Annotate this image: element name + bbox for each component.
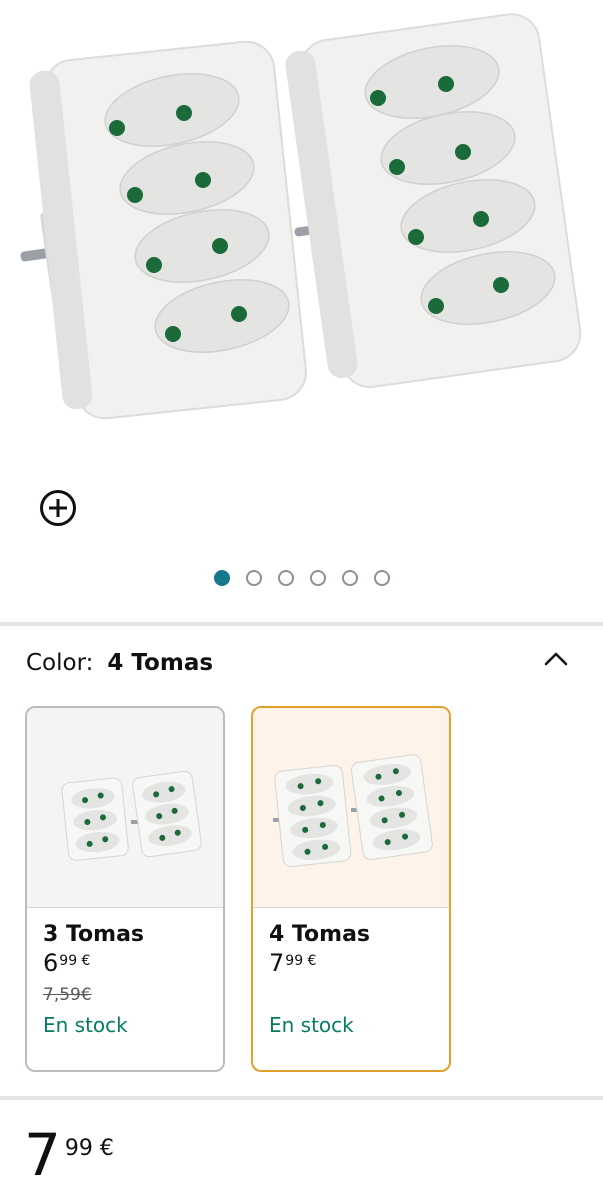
option-old-price [269, 985, 433, 1007]
option-price-fraction: 99 € [59, 953, 91, 969]
option-title: 4 Tomas [269, 922, 371, 947]
option-stock-status: En stock [43, 1013, 128, 1037]
image-pagination [214, 570, 390, 586]
option-price: 6 99 € [43, 949, 207, 977]
option-title: 3 Tomas [43, 922, 145, 947]
variation-selected-value: 4 Tomas [107, 650, 214, 676]
variation-label: Color: [26, 650, 94, 676]
variation-option-4-tomas[interactable]: 4 Tomas 7 99 € En stock [251, 706, 451, 1072]
option-thumbnail [253, 708, 449, 908]
price-whole: 7 [24, 1121, 61, 1189]
zoom-icon[interactable] [40, 490, 76, 526]
option-image [61, 770, 202, 861]
variation-option-3-tomas[interactable]: 3 Tomas 6 99 € 7,59€ En stock [25, 706, 225, 1072]
pagination-dot[interactable] [246, 570, 262, 586]
pagination-dot[interactable] [214, 570, 230, 586]
power-strip-image [20, 13, 582, 420]
divider [0, 1096, 603, 1100]
option-stock-status: En stock [269, 1013, 354, 1037]
variation-header: Color: 4 Tomas [26, 650, 213, 676]
option-image [273, 754, 433, 868]
option-price-whole: 6 [43, 949, 59, 977]
product-image[interactable] [0, 0, 603, 440]
divider [0, 622, 603, 626]
option-price-fraction: 99 € [285, 953, 317, 969]
pagination-dot[interactable] [374, 570, 390, 586]
option-price-whole: 7 [269, 949, 285, 977]
product-page: Color: 4 Tomas 3 Tomas 6 99 € 7,59€ En s… [0, 0, 603, 1200]
pagination-dot[interactable] [278, 570, 294, 586]
pagination-dot[interactable] [310, 570, 326, 586]
pagination-dot[interactable] [342, 570, 358, 586]
option-thumbnail [27, 708, 223, 908]
chevron-up-icon[interactable] [544, 647, 568, 671]
option-price: 7 99 € [269, 949, 433, 977]
price-fraction: 99 € [64, 1136, 114, 1161]
product-price: 7 99 € [24, 1126, 114, 1184]
option-old-price: 7,59€ [43, 985, 92, 1005]
